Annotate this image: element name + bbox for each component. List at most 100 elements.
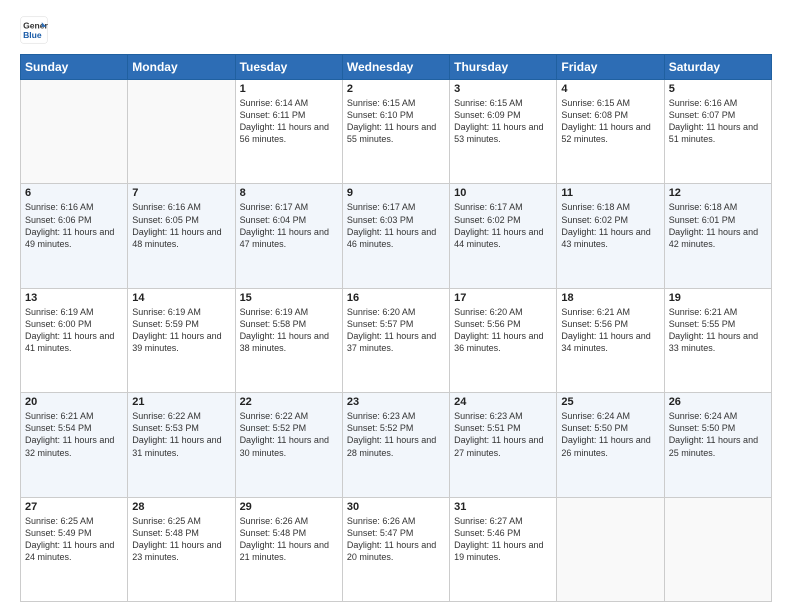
day-info: Sunrise: 6:25 AM Sunset: 5:49 PM Dayligh… (25, 515, 123, 564)
logo-icon: General Blue (20, 16, 48, 44)
day-number: 19 (669, 292, 767, 304)
calendar-cell: 20 Sunrise: 6:21 AM Sunset: 5:54 PM Dayli… (21, 393, 128, 497)
day-info: Sunrise: 6:17 AM Sunset: 6:02 PM Dayligh… (454, 201, 552, 250)
weekday-header: Monday (128, 55, 235, 80)
calendar-header-row: SundayMondayTuesdayWednesdayThursdayFrid… (21, 55, 772, 80)
day-number: 21 (132, 396, 230, 408)
day-info: Sunrise: 6:24 AM Sunset: 5:50 PM Dayligh… (561, 410, 659, 459)
calendar-cell: 30Sunrise: 6:26 AM Sunset: 5:47 PM Dayli… (342, 497, 449, 601)
day-info: Sunrise: 6:21 AM Sunset: 5:56 PM Dayligh… (561, 306, 659, 355)
calendar-cell: 13 Sunrise: 6:19 AM Sunset: 6:00 PM Dayli… (21, 288, 128, 392)
calendar-cell: 2Sunrise: 6:15 AM Sunset: 6:10 PM Daylig… (342, 80, 449, 184)
calendar-cell: 1 Sunrise: 6:14 AM Sunset: 6:11 PM Daylig… (235, 80, 342, 184)
day-number: 13 (25, 292, 123, 304)
day-info: Sunrise: 6:21 AM Sunset: 5:55 PM Dayligh… (669, 306, 767, 355)
day-info: Sunrise: 6:15 AM Sunset: 6:09 PM Dayligh… (454, 97, 552, 146)
day-number: 28 (132, 501, 230, 513)
calendar-cell: 8Sunrise: 6:17 AM Sunset: 6:04 PM Daylig… (235, 184, 342, 288)
logo: General Blue (20, 16, 48, 44)
calendar-week-row: 20 Sunrise: 6:21 AM Sunset: 5:54 PM Dayli… (21, 393, 772, 497)
day-info: Sunrise: 6:16 AM Sunset: 6:07 PM Dayligh… (669, 97, 767, 146)
day-info: Sunrise: 6:16 AM Sunset: 6:06 PM Dayligh… (25, 201, 123, 250)
day-number: 31 (454, 501, 552, 513)
page: General Blue SundayMondayTuesdayWednesda… (0, 0, 792, 612)
calendar-cell: 27 Sunrise: 6:25 AM Sunset: 5:49 PM Dayli… (21, 497, 128, 601)
day-number: 11 (561, 187, 659, 199)
weekday-header: Wednesday (342, 55, 449, 80)
calendar-cell: 23 Sunrise: 6:23 AM Sunset: 5:52 PM Dayli… (342, 393, 449, 497)
calendar-cell: 14 Sunrise: 6:19 AM Sunset: 5:59 PM Dayli… (128, 288, 235, 392)
calendar-cell: 31Sunrise: 6:27 AM Sunset: 5:46 PM Dayli… (450, 497, 557, 601)
calendar-cell: 10 Sunrise: 6:17 AM Sunset: 6:02 PM Dayli… (450, 184, 557, 288)
calendar-week-row: 13 Sunrise: 6:19 AM Sunset: 6:00 PM Dayli… (21, 288, 772, 392)
day-info: Sunrise: 6:24 AM Sunset: 5:50 PM Dayligh… (669, 410, 767, 459)
calendar-cell: 29Sunrise: 6:26 AM Sunset: 5:48 PM Dayli… (235, 497, 342, 601)
day-number: 4 (561, 83, 659, 95)
svg-text:Blue: Blue (23, 30, 42, 40)
day-info: Sunrise: 6:19 AM Sunset: 6:00 PM Dayligh… (25, 306, 123, 355)
calendar-cell: 25 Sunrise: 6:24 AM Sunset: 5:50 PM Dayli… (557, 393, 664, 497)
day-info: Sunrise: 6:18 AM Sunset: 6:02 PM Dayligh… (561, 201, 659, 250)
day-info: Sunrise: 6:25 AM Sunset: 5:48 PM Dayligh… (132, 515, 230, 564)
calendar-cell: 17 Sunrise: 6:20 AM Sunset: 5:56 PM Dayli… (450, 288, 557, 392)
day-number: 5 (669, 83, 767, 95)
calendar-cell: 28 Sunrise: 6:25 AM Sunset: 5:48 PM Dayli… (128, 497, 235, 601)
calendar-cell: 12Sunrise: 6:18 AM Sunset: 6:01 PM Dayli… (664, 184, 771, 288)
day-number: 15 (240, 292, 338, 304)
day-number: 23 (347, 396, 445, 408)
calendar-cell: 11 Sunrise: 6:18 AM Sunset: 6:02 PM Dayli… (557, 184, 664, 288)
calendar-cell: 22 Sunrise: 6:22 AM Sunset: 5:52 PM Dayli… (235, 393, 342, 497)
day-number: 16 (347, 292, 445, 304)
calendar-week-row: 27 Sunrise: 6:25 AM Sunset: 5:49 PM Dayli… (21, 497, 772, 601)
day-number: 30 (347, 501, 445, 513)
weekday-header: Sunday (21, 55, 128, 80)
calendar-cell: 15Sunrise: 6:19 AM Sunset: 5:58 PM Dayli… (235, 288, 342, 392)
day-number: 3 (454, 83, 552, 95)
day-info: Sunrise: 6:14 AM Sunset: 6:11 PM Dayligh… (240, 97, 338, 146)
day-number: 26 (669, 396, 767, 408)
day-info: Sunrise: 6:21 AM Sunset: 5:54 PM Dayligh… (25, 410, 123, 459)
calendar-cell (128, 80, 235, 184)
calendar-cell (664, 497, 771, 601)
weekday-header: Friday (557, 55, 664, 80)
calendar-cell: 21 Sunrise: 6:22 AM Sunset: 5:53 PM Dayli… (128, 393, 235, 497)
day-info: Sunrise: 6:20 AM Sunset: 5:56 PM Dayligh… (454, 306, 552, 355)
calendar-cell: 3 Sunrise: 6:15 AM Sunset: 6:09 PM Daylig… (450, 80, 557, 184)
day-info: Sunrise: 6:20 AM Sunset: 5:57 PM Dayligh… (347, 306, 445, 355)
calendar-cell: 9Sunrise: 6:17 AM Sunset: 6:03 PM Daylig… (342, 184, 449, 288)
day-number: 27 (25, 501, 123, 513)
day-info: Sunrise: 6:16 AM Sunset: 6:05 PM Dayligh… (132, 201, 230, 250)
calendar-cell (557, 497, 664, 601)
calendar-cell: 4 Sunrise: 6:15 AM Sunset: 6:08 PM Daylig… (557, 80, 664, 184)
day-info: Sunrise: 6:23 AM Sunset: 5:52 PM Dayligh… (347, 410, 445, 459)
header: General Blue (20, 16, 772, 44)
day-number: 22 (240, 396, 338, 408)
day-info: Sunrise: 6:15 AM Sunset: 6:10 PM Dayligh… (347, 97, 445, 146)
calendar-cell: 16 Sunrise: 6:20 AM Sunset: 5:57 PM Dayli… (342, 288, 449, 392)
calendar-week-row: 1 Sunrise: 6:14 AM Sunset: 6:11 PM Daylig… (21, 80, 772, 184)
day-info: Sunrise: 6:22 AM Sunset: 5:52 PM Dayligh… (240, 410, 338, 459)
calendar-cell: 7 Sunrise: 6:16 AM Sunset: 6:05 PM Daylig… (128, 184, 235, 288)
day-info: Sunrise: 6:15 AM Sunset: 6:08 PM Dayligh… (561, 97, 659, 146)
weekday-header: Thursday (450, 55, 557, 80)
day-info: Sunrise: 6:17 AM Sunset: 6:03 PM Dayligh… (347, 201, 445, 250)
day-number: 25 (561, 396, 659, 408)
day-info: Sunrise: 6:23 AM Sunset: 5:51 PM Dayligh… (454, 410, 552, 459)
day-number: 6 (25, 187, 123, 199)
day-number: 12 (669, 187, 767, 199)
day-number: 14 (132, 292, 230, 304)
day-number: 1 (240, 83, 338, 95)
day-info: Sunrise: 6:22 AM Sunset: 5:53 PM Dayligh… (132, 410, 230, 459)
calendar-week-row: 6 Sunrise: 6:16 AM Sunset: 6:06 PM Daylig… (21, 184, 772, 288)
day-number: 17 (454, 292, 552, 304)
day-number: 10 (454, 187, 552, 199)
day-info: Sunrise: 6:19 AM Sunset: 5:59 PM Dayligh… (132, 306, 230, 355)
day-info: Sunrise: 6:26 AM Sunset: 5:48 PM Dayligh… (240, 515, 338, 564)
day-info: Sunrise: 6:17 AM Sunset: 6:04 PM Dayligh… (240, 201, 338, 250)
calendar-table: SundayMondayTuesdayWednesdayThursdayFrid… (20, 54, 772, 602)
calendar-cell: 6 Sunrise: 6:16 AM Sunset: 6:06 PM Daylig… (21, 184, 128, 288)
calendar-cell: 18 Sunrise: 6:21 AM Sunset: 5:56 PM Dayli… (557, 288, 664, 392)
day-number: 7 (132, 187, 230, 199)
day-number: 20 (25, 396, 123, 408)
day-number: 18 (561, 292, 659, 304)
